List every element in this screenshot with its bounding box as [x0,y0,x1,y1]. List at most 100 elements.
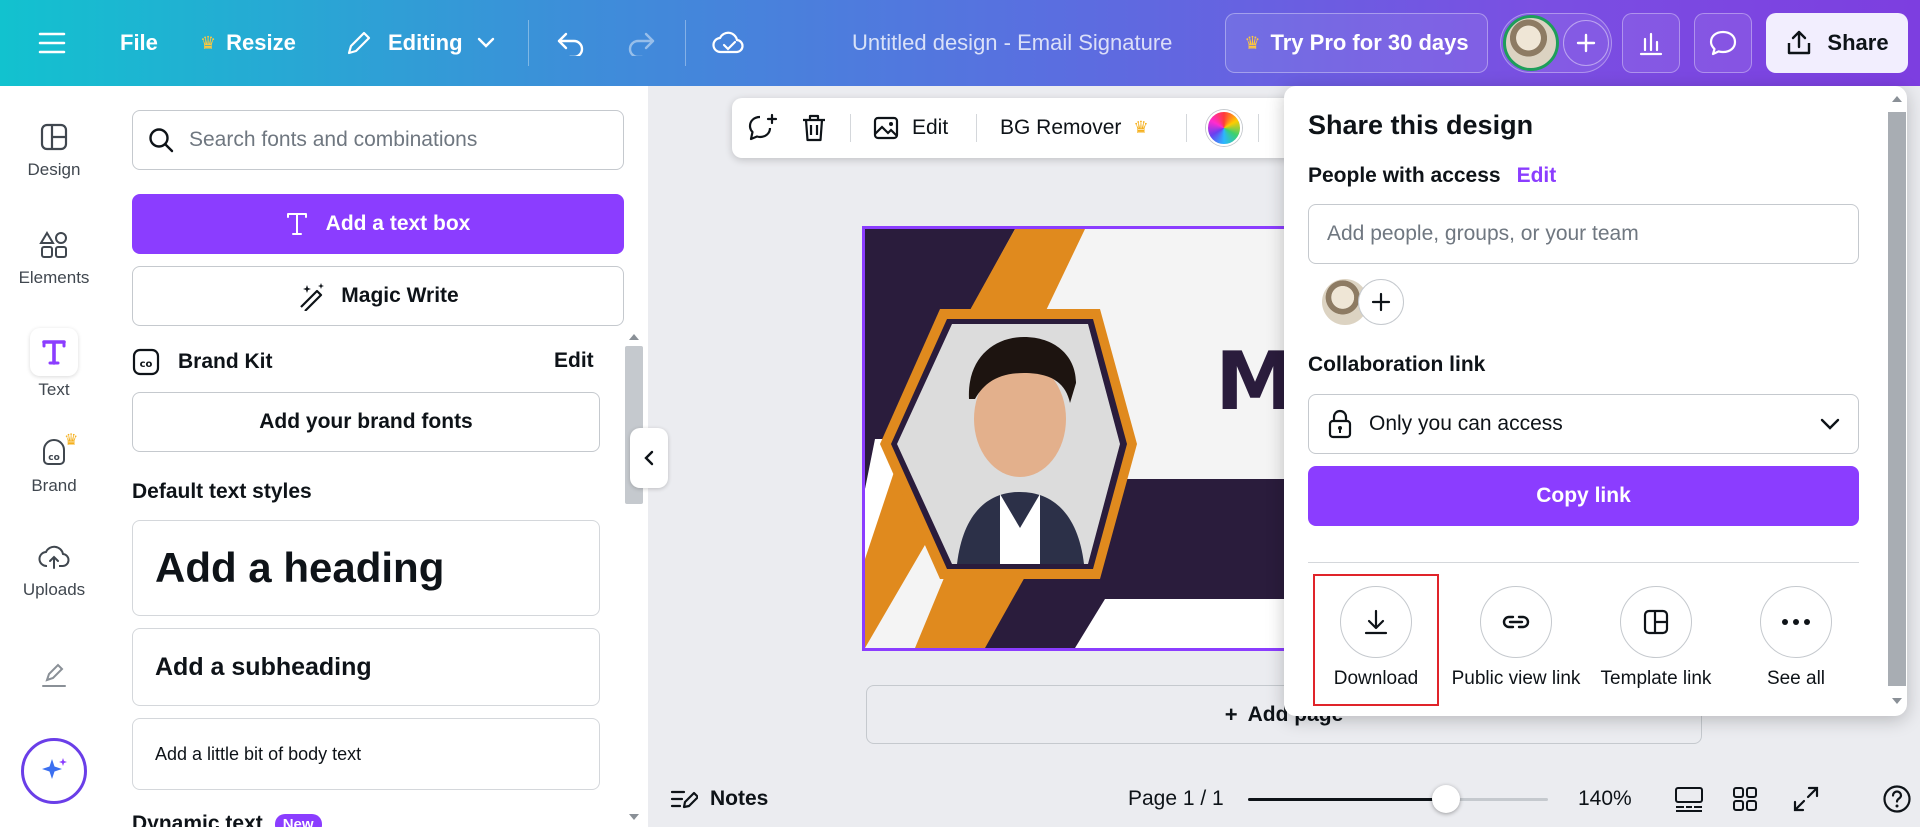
template-icon [1620,586,1692,658]
divider [685,20,686,66]
divider [1308,562,1859,563]
add-brand-fonts-button[interactable]: Add your brand fonts [132,392,600,452]
search-icon [147,126,175,154]
add-brand-fonts-label: Add your brand fonts [259,410,473,433]
rail-item-brand[interactable]: ♛ co Brand [0,432,108,496]
brand-kit-header: co Brand Kit [132,348,273,376]
add-text-box-button[interactable]: Add a text box [132,194,624,254]
heading-style-card[interactable]: Add a heading [132,520,600,616]
rail-label: Design [27,160,81,179]
rail-item-uploads[interactable]: Uploads [0,544,108,600]
rail-label: Text [38,380,70,399]
design-canvas[interactable]: M [862,226,1302,651]
lock-icon [1327,409,1353,439]
bg-remover-button[interactable]: BG Remover ♛ [1000,98,1149,158]
zoom-level[interactable]: 140% [1578,770,1632,827]
fullscreen-icon[interactable] [1792,770,1820,827]
trash-icon[interactable] [800,98,828,158]
notes-icon [670,787,698,811]
menu-icon[interactable] [38,0,66,86]
collapse-panel-button[interactable] [630,428,668,488]
option-label: Public view link [1451,668,1581,689]
insights-button[interactable] [1622,13,1680,73]
page-indicator[interactable]: Page 1 / 1 [1128,770,1224,827]
notes-button[interactable]: Notes [670,770,768,827]
text-icon [286,211,308,237]
people-header: People with access Edit [1308,164,1556,188]
notes-label: Notes [710,786,769,810]
option-label: Template link [1600,668,1712,689]
magic-wand-icon [297,281,327,311]
rail-item-design[interactable]: Design [0,122,108,180]
zoom-slider[interactable] [1248,770,1548,827]
magic-assistant-button[interactable] [21,738,87,804]
search-input[interactable] [189,128,609,152]
brand-kit-icon: co [132,348,160,376]
rail-item-elements[interactable]: Elements [0,230,108,288]
divider [850,114,851,142]
crown-icon: ♛ [64,432,79,449]
rail-item-draw[interactable] [0,660,108,690]
comment-icon [1708,29,1738,57]
page-view-icon[interactable] [1674,770,1704,827]
magic-write-button[interactable]: Magic Write [132,266,624,326]
crown-icon: ♛ [200,32,217,53]
brand-kit-edit-link[interactable]: Edit [554,349,594,373]
divider [1186,114,1187,142]
element-toolbar: Edit BG Remover ♛ [732,98,1312,158]
add-collaborator-button[interactable] [1563,20,1609,66]
redo-icon[interactable] [626,0,656,86]
magic-write-label: Magic Write [341,284,459,307]
left-rail: Design Elements Text ♛ co Brand Uploads [0,86,108,827]
divider [1258,114,1259,142]
grid-view-icon[interactable] [1732,770,1758,827]
resize-label: Resize [226,30,296,55]
brand-kit-label: Brand Kit [178,350,273,373]
comments-button[interactable] [1694,13,1752,73]
sparkle-icon [38,755,70,787]
add-people-field[interactable] [1308,204,1859,264]
copy-link-button[interactable]: Copy link [1308,466,1859,526]
dynamic-text-label: Dynamic text [132,812,263,827]
cloud-saved-icon[interactable] [712,0,746,86]
rail-label: Elements [18,268,90,287]
access-value: Only you can access [1369,412,1563,435]
chevron-left-icon [642,449,656,467]
new-badge: New [274,813,322,827]
rail-label: Uploads [22,580,86,599]
link-icon [1480,586,1552,658]
editing-label: Editing [388,30,463,55]
font-search[interactable] [132,110,624,170]
document-title[interactable]: Untitled design - Email Signature [852,0,1172,86]
add-comment-icon[interactable] [746,98,778,158]
public-view-link-option[interactable]: Public view link [1451,586,1581,690]
add-person-button[interactable] [1358,279,1404,325]
top-bar: File ♛ Resize Editing Untitled design - … [0,0,1920,86]
avatar[interactable] [1503,15,1559,71]
popover-scrollbar[interactable] [1887,90,1907,712]
edit-image-button[interactable]: Edit [872,98,948,158]
cloud-upload-icon [38,544,70,572]
try-pro-button[interactable]: ♛ Try Pro for 30 days [1225,13,1488,73]
resize-button[interactable]: ♛ Resize [200,0,296,86]
body-style-card[interactable]: Add a little bit of body text [132,718,600,790]
try-pro-label: Try Pro for 30 days [1270,30,1469,55]
access-select[interactable]: Only you can access [1308,394,1859,454]
add-people-input[interactable] [1327,222,1827,246]
rail-item-text[interactable]: Text [0,328,108,400]
editing-dropdown[interactable]: Editing [344,0,495,86]
see-all-option[interactable]: See all [1731,586,1861,690]
share-button[interactable]: Share [1766,13,1908,73]
undo-icon[interactable] [556,0,586,86]
text-panel: Add a text box Magic Write co Brand Kit … [108,86,648,827]
file-menu[interactable]: File [120,0,158,86]
help-icon[interactable] [1882,770,1912,827]
plus-icon [1371,292,1391,312]
color-picker-icon[interactable] [1206,98,1242,158]
people-edit-link[interactable]: Edit [1517,164,1557,188]
subheading-style-card[interactable]: Add a subheading [132,628,600,706]
collab-link-label: Collaboration link [1308,353,1486,376]
template-link-option[interactable]: Template link [1591,586,1721,690]
zoom-thumb[interactable] [1432,784,1460,813]
edit-label: Edit [912,116,949,139]
